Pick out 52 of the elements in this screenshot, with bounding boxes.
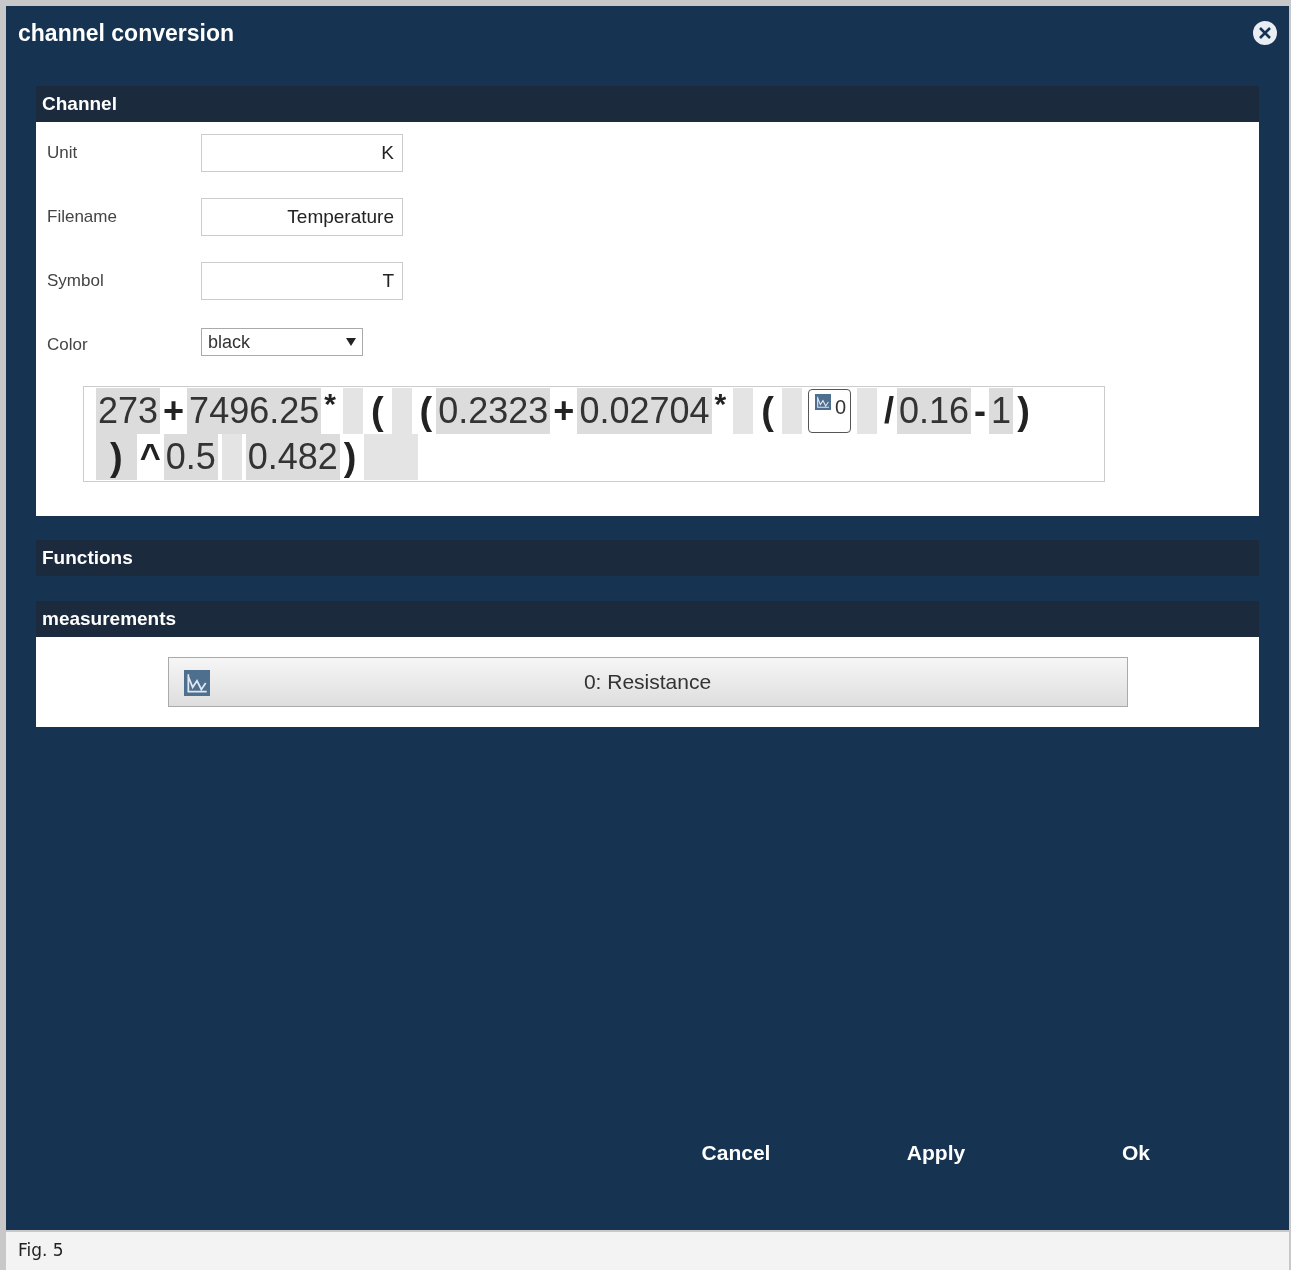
formula-slot[interactable]: [391, 388, 412, 434]
formula-slot[interactable]: [733, 388, 754, 434]
figure-caption: Fig. 5: [18, 1239, 64, 1263]
formula-operator: ^: [138, 435, 162, 479]
dialog-button[interactable]: Ok: [1036, 1130, 1236, 1174]
measurement-reference[interactable]: 0: [807, 389, 851, 433]
text-field[interactable]: Temperature: [201, 198, 403, 236]
window-title: channel conversion: [18, 18, 234, 48]
color-select[interactable]: black: [201, 328, 363, 356]
text-field[interactable]: K: [201, 134, 403, 172]
formula-number[interactable]: 273: [96, 388, 161, 434]
dialog-button[interactable]: Apply: [836, 1130, 1036, 1174]
formula-parenthesis: ): [1016, 389, 1031, 434]
dropdown-arrow-icon: [346, 338, 356, 346]
formula-operator: -: [973, 389, 988, 433]
formula-editor[interactable]: 273+7496.25* ( (0.2323+0.02704* ( 0 /0.16-1) ) ^0.5 0.482): [83, 386, 1105, 482]
close-button[interactable]: [1253, 21, 1277, 45]
field-label: Unit: [47, 142, 79, 164]
formula-parenthesis: (: [369, 389, 385, 434]
formula-operator: *: [713, 388, 728, 420]
formula-number[interactable]: 0.482: [245, 434, 340, 480]
formula-operator: /: [883, 389, 895, 433]
formula-number[interactable]: 7496.25: [187, 388, 322, 434]
dialog-button[interactable]: Cancel: [636, 1130, 836, 1174]
formula-operator: +: [162, 389, 186, 433]
line-chart-icon: [182, 670, 211, 696]
text-field[interactable]: T: [201, 262, 403, 300]
formula-parenthesis: (: [760, 389, 775, 434]
close-icon: [1259, 27, 1271, 39]
section-header[interactable]: Channel: [36, 86, 1259, 122]
formula-number[interactable]: 0.2323: [436, 388, 551, 434]
formula-number[interactable]: 1: [989, 388, 1014, 434]
formula-slot[interactable]: [857, 388, 877, 434]
formula-operator: +: [552, 389, 576, 433]
formula-slot[interactable]: [221, 434, 242, 480]
formula-parenthesis: ): [342, 435, 358, 480]
section-header[interactable]: Functions: [36, 540, 1259, 576]
formula-slot[interactable]: [781, 388, 802, 434]
line-chart-icon: [812, 394, 833, 410]
formula-number[interactable]: 0.5: [163, 434, 218, 480]
formula-parenthesis: ): [96, 434, 137, 480]
formula-number[interactable]: 0.16: [897, 388, 972, 434]
formula-operator: *: [323, 388, 337, 420]
formula-slot[interactable]: [342, 388, 363, 434]
field-label: Color: [47, 334, 89, 356]
formula-slot[interactable]: [364, 434, 419, 480]
formula-number[interactable]: 0.02704: [577, 388, 712, 434]
field-label: Symbol: [47, 270, 105, 292]
formula-parenthesis: (: [418, 389, 434, 434]
section-header[interactable]: measurements: [36, 601, 1259, 637]
measurement-button[interactable]: 0: Resistance: [167, 657, 1128, 707]
field-label: Filename: [47, 206, 118, 228]
